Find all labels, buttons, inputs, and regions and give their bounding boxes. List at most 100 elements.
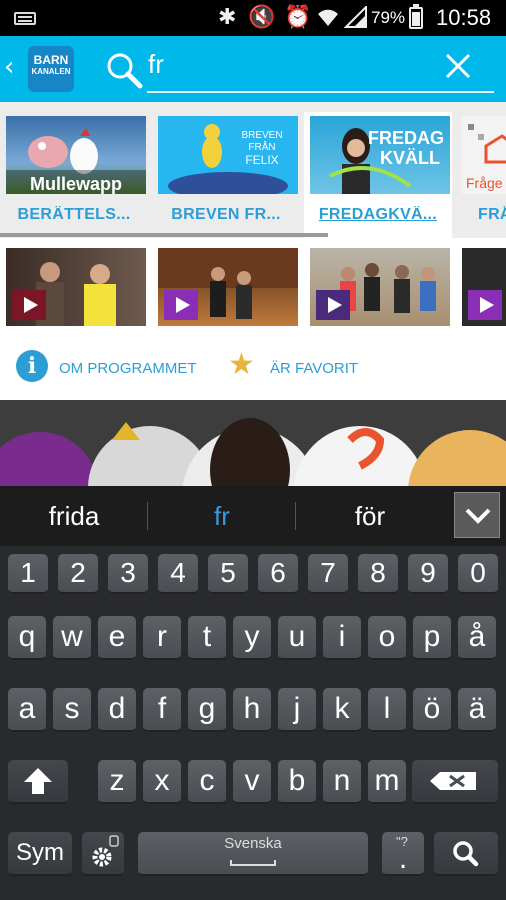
key[interactable]: n [323,760,361,804]
key[interactable]: o [368,616,406,660]
key[interactable]: j [278,688,316,732]
app-bar: ‹ BARN KANALEN [0,36,506,102]
key[interactable]: ä [458,688,496,732]
play-icon[interactable] [12,290,46,320]
episode-thumbnail[interactable] [158,248,298,326]
program-label[interactable]: BERÄTTELS... [0,206,148,224]
sym-key[interactable]: Sym [8,832,72,876]
key[interactable]: i [323,616,361,660]
gear-icon [92,835,119,867]
period-label: . [398,842,408,875]
key[interactable]: g [188,688,226,732]
episode-thumbnail[interactable] [6,248,146,326]
chevron-down-icon [465,508,491,524]
episodes-row[interactable] [0,248,506,328]
program-card-selected[interactable]: FREDAG KVÄLL FREDAGKVÄ... [304,112,452,238]
key[interactable]: 6 [258,554,298,594]
key[interactable]: z [98,760,136,804]
programs-row[interactable]: Mullewapp BERÄTTELS... BREVEN FRÅN FELIX B… [0,102,506,238]
key[interactable]: l [368,688,406,732]
program-thumbnail: Fråge [462,116,506,194]
play-icon[interactable] [164,290,198,320]
shift-key[interactable] [8,760,68,804]
horizontal-scrollbar[interactable] [0,233,328,237]
search-icon [453,841,479,867]
key[interactable]: 0 [458,554,498,594]
backspace-key[interactable] [412,760,498,804]
search-key[interactable] [434,832,498,876]
back-chevron-icon[interactable]: ‹ [4,52,14,82]
svg-text:FREDAG: FREDAG [368,128,444,148]
wifi-icon [316,6,340,34]
suggestion-item[interactable]: för [296,486,444,546]
star-icon[interactable]: ★ [228,350,255,380]
background-collage [0,400,506,486]
play-icon[interactable] [468,290,502,320]
svg-text:FRÅN: FRÅN [248,140,275,153]
program-card[interactable]: Mullewapp BERÄTTELS... [0,112,148,238]
search-icon[interactable] [104,50,144,90]
key[interactable]: k [323,688,361,732]
key[interactable]: 7 [308,554,348,594]
about-program-button[interactable]: OM PROGRAMMET [59,360,197,377]
key[interactable]: d [98,688,136,732]
signal-icon [343,4,368,34]
key[interactable]: s [53,688,91,732]
space-bar-icon [230,860,276,866]
favorite-button[interactable]: ÄR FAVORIT [270,360,358,377]
key[interactable]: r [143,616,181,660]
actions-row: i OM PROGRAMMET ★ ÄR FAVORIT [0,338,506,398]
key[interactable]: w [53,616,91,660]
key[interactable]: 9 [408,554,448,594]
key[interactable]: y [233,616,271,660]
key[interactable]: 5 [208,554,248,594]
key[interactable]: 2 [58,554,98,594]
barnkanalen-logo[interactable]: BARN KANALEN [28,46,74,92]
key[interactable]: 3 [108,554,148,594]
key[interactable]: å [458,616,496,660]
program-label[interactable]: BREVEN FR... [152,206,300,224]
close-icon[interactable] [440,48,476,84]
key[interactable]: c [188,760,226,804]
episode-thumbnail[interactable] [462,248,506,326]
suggestion-item-current[interactable]: fr [148,486,296,546]
program-thumb-text: Fråge [466,175,503,191]
key[interactable]: e [98,616,136,660]
key[interactable]: t [188,616,226,660]
key[interactable]: q [8,616,46,660]
search-input[interactable] [148,44,448,84]
key[interactable]: 1 [8,554,48,594]
collapse-suggestions-button[interactable] [454,492,500,538]
suggestion-item[interactable]: frida [0,486,148,546]
alarm-icon: ⏰ [284,5,312,30]
key[interactable]: m [368,760,406,804]
program-thumbnail: FREDAG KVÄLL [310,116,450,194]
space-language-label: Svenska [224,835,282,852]
period-key[interactable]: "? . [382,832,424,876]
program-label[interactable]: FREDAGKVÄ... [304,206,452,224]
key[interactable]: a [8,688,46,732]
play-icon[interactable] [316,290,350,320]
key[interactable]: p [413,616,451,660]
key[interactable]: 4 [158,554,198,594]
key[interactable]: ö [413,688,451,732]
space-key[interactable]: Svenska [138,832,368,876]
svg-text:BREVEN: BREVEN [241,130,282,141]
key[interactable]: v [233,760,271,804]
key[interactable]: h [233,688,271,732]
key[interactable]: x [143,760,181,804]
key[interactable]: f [143,688,181,732]
key[interactable]: u [278,616,316,660]
key[interactable]: b [278,760,316,804]
keyboard-suggestion-bar: frida fr för [0,486,506,546]
settings-key[interactable] [82,832,124,876]
episode-thumbnail[interactable] [310,248,450,326]
program-label[interactable]: FRÅ [456,206,506,224]
program-card[interactable]: BREVEN FRÅN FELIX BREVEN FR... [152,112,300,238]
svg-text:KVÄLL: KVÄLL [380,148,440,168]
program-card[interactable]: Fråge FRÅ [456,112,506,238]
info-icon[interactable]: i [16,350,48,382]
content-area: Mullewapp BERÄTTELS... BREVEN FRÅN FELIX B… [0,102,506,400]
key[interactable]: 8 [358,554,398,594]
svg-text:FELIX: FELIX [245,153,278,167]
